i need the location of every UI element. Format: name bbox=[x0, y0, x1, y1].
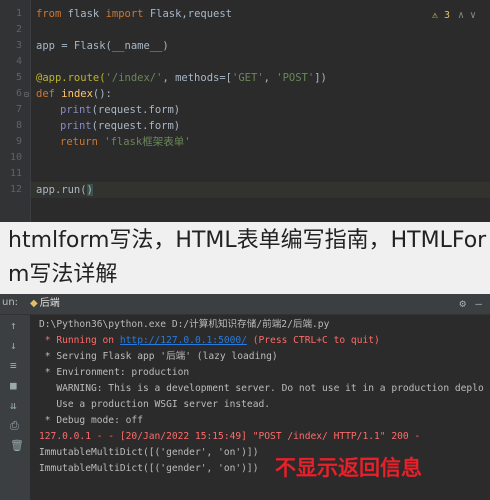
line-number: 2 bbox=[15, 24, 22, 35]
fold-icon[interactable]: ⊟ bbox=[24, 90, 29, 99]
console-line: * Environment: production bbox=[39, 367, 190, 378]
arrow-down-icon[interactable]: ↓ bbox=[10, 339, 17, 352]
run-label: un: bbox=[2, 297, 19, 308]
warning-icon[interactable]: ⚠ 3 bbox=[432, 10, 450, 21]
run-panel-header: un: ◆ 后端 ⚙ — bbox=[0, 294, 490, 315]
chevron-up-icon[interactable]: ∧ bbox=[458, 10, 464, 21]
code-line[interactable]: @app.route('/index/', methods=['GET', 'P… bbox=[36, 70, 327, 86]
run-tab[interactable]: ◆ 后端 bbox=[24, 296, 66, 312]
code-line[interactable]: return 'flask框架表单' bbox=[60, 134, 191, 150]
line-number: 6 bbox=[15, 88, 22, 99]
chevron-down-icon[interactable]: ∨ bbox=[470, 10, 476, 21]
line-number: 11 bbox=[9, 168, 22, 179]
line-number: 4 bbox=[15, 56, 22, 67]
line-number: 12 bbox=[9, 184, 22, 195]
code-line[interactable]: app = Flask(__name__) bbox=[36, 38, 169, 54]
run-toolbar: ↑ ↓ ≡ ■ ⇊ ⎙ 🗑 bbox=[0, 315, 30, 500]
line-number: 8 bbox=[15, 120, 22, 131]
console-line: * Debug mode: off bbox=[39, 415, 143, 426]
scroll-icon[interactable]: ⇊ bbox=[10, 399, 17, 412]
line-number: 5 bbox=[15, 72, 22, 83]
print-icon[interactable]: ⎙ bbox=[10, 419, 19, 433]
run-tab-label: 后端 bbox=[39, 298, 60, 309]
code-editor[interactable]: 1 2 3 4 5 6 7 8 9 10 11 12 ⊟ ⚠ 3 ∧ ∨ fro… bbox=[0, 0, 490, 222]
server-link[interactable]: http://127.0.0.1:5000/ bbox=[120, 335, 247, 346]
line-number: 7 bbox=[15, 104, 22, 115]
code-line[interactable]: print(request.form) bbox=[60, 102, 180, 118]
wrap-icon[interactable]: ≡ bbox=[10, 359, 17, 372]
console-line: WARNING: This is a development server. D… bbox=[39, 383, 484, 394]
article-title: htmlform写法，HTML表单编写指南，HTMLForm写法详解 bbox=[8, 228, 487, 287]
console-line: 127.0.0.1 - - [20/Jan/2022 15:15:49] "PO… bbox=[39, 431, 421, 442]
stop-icon[interactable]: ■ bbox=[10, 379, 17, 392]
trash-icon[interactable]: 🗑 bbox=[10, 439, 24, 452]
annotation-text: 不显示返回信息 bbox=[275, 456, 422, 480]
gear-icon[interactable]: ⚙ bbox=[459, 297, 466, 310]
console-line: * Serving Flask app '后端' (lazy loading) bbox=[39, 351, 278, 362]
title-banner: htmlform写法，HTML表单编写指南，HTMLForm写法详解 bbox=[0, 222, 490, 294]
arrow-up-icon[interactable]: ↑ bbox=[10, 319, 17, 332]
code-line[interactable]: def index(): bbox=[36, 86, 112, 102]
console-line: * Running on http://127.0.0.1:5000/ (Pre… bbox=[39, 335, 380, 346]
console-line: D:\Python36\python.exe D:/计算机知识存储/前端2/后端… bbox=[39, 319, 330, 330]
line-number: 3 bbox=[15, 40, 22, 51]
line-number: 1 bbox=[15, 8, 22, 19]
console-line: Use a production WSGI server instead. bbox=[39, 399, 271, 410]
line-number-gutter: 1 2 3 4 5 6 7 8 9 10 11 12 ⊟ bbox=[0, 0, 31, 222]
line-number: 9 bbox=[15, 136, 22, 147]
current-line-highlight bbox=[31, 182, 490, 198]
code-line[interactable]: app.run() bbox=[36, 182, 93, 198]
line-number: 10 bbox=[9, 152, 22, 163]
warning-count: 3 bbox=[443, 10, 450, 21]
code-line[interactable]: from flask import Flask,request bbox=[36, 6, 232, 22]
minimize-icon[interactable]: — bbox=[475, 297, 482, 310]
console-line: ImmutableMultiDict([('gender', 'on')]) bbox=[39, 463, 259, 474]
python-icon: ◆ bbox=[30, 298, 38, 309]
console-line: ImmutableMultiDict([('gender', 'on')]) bbox=[39, 447, 259, 458]
code-line[interactable]: print(request.form) bbox=[60, 118, 180, 134]
